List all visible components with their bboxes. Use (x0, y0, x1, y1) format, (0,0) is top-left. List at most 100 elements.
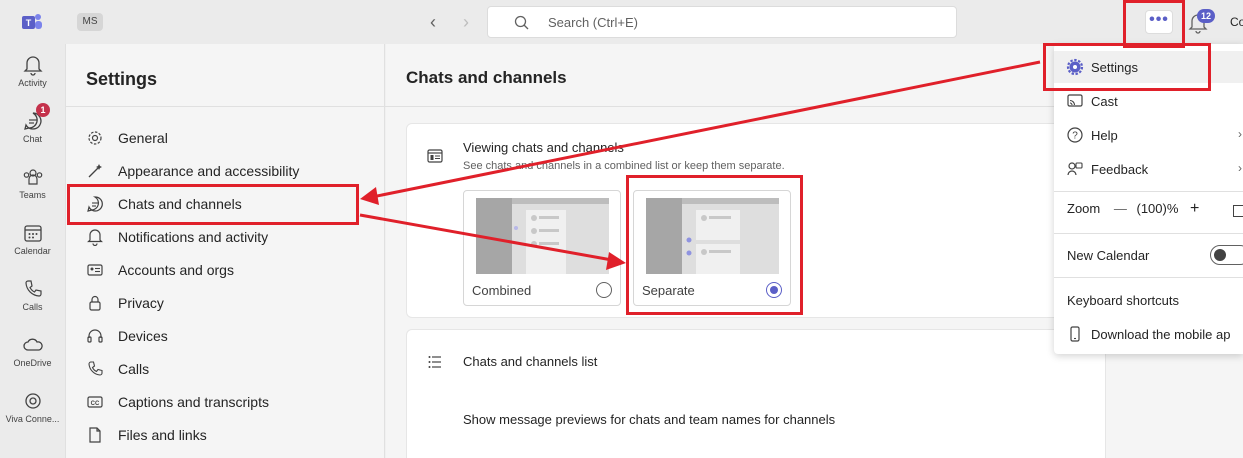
option-combined[interactable]: Combined (463, 190, 621, 306)
more-options-menu: Settings Cast ? Help Feedback Zoom — (10… (1054, 44, 1243, 354)
profile-name[interactable]: Co (1230, 15, 1243, 29)
feedback-chevron-icon: › (1238, 161, 1242, 175)
bell-icon (87, 229, 103, 246)
rail-item-activity[interactable]: Activity (0, 46, 65, 98)
message-preview-setting[interactable]: Show message previews for chats and team… (463, 412, 835, 427)
divider (1054, 191, 1243, 192)
user-avatar[interactable]: MS (77, 13, 103, 31)
divider (1054, 233, 1243, 234)
teams-logo-icon: T (22, 14, 42, 29)
file-icon (89, 427, 101, 443)
rail-label: Teams (19, 190, 46, 200)
zoom-label: Zoom (1067, 201, 1101, 216)
zoom-out-button[interactable]: — (1114, 201, 1127, 216)
combined-radio[interactable] (596, 282, 612, 298)
new-calendar-toggle[interactable] (1210, 245, 1243, 265)
rail-item-calls[interactable]: Calls (0, 270, 65, 322)
chats-list-card: Chats and channels list Show message pre… (406, 329, 1106, 458)
zoom-value: (100)% (1136, 201, 1179, 216)
settings-item-general[interactable]: General (86, 123, 366, 153)
settings-item-label: Appearance and accessibility (118, 163, 300, 179)
divider (66, 106, 386, 107)
rail-label: Calendar (14, 246, 51, 256)
rail-label: Chat (22, 134, 42, 144)
settings-sidebar: Settings General Appearance and accessib… (65, 44, 386, 458)
card-heading: Chats and channels list (463, 354, 598, 369)
card-heading: Viewing chats and channels (463, 140, 624, 155)
combined-preview-image (476, 198, 609, 274)
title-bar: T MS ‹ › Search (Ctrl+E) ••• 12 Co (0, 0, 1243, 44)
zoom-fit-icon[interactable] (1233, 205, 1243, 217)
list-icon (428, 356, 441, 368)
menu-item-label: Settings (1091, 59, 1138, 75)
wand-icon (88, 164, 102, 178)
settings-item-label: Files and links (118, 427, 207, 443)
menu-item-label: New Calendar (1067, 247, 1150, 263)
phone-icon (24, 280, 42, 297)
menu-item-label: Feedback (1091, 161, 1149, 177)
settings-item-label: Captions and transcripts (118, 394, 269, 410)
gear-icon (1066, 58, 1084, 76)
svg-text:T: T (26, 18, 32, 28)
bell-icon (22, 56, 43, 76)
viva-icon (24, 393, 41, 409)
settings-item-captions[interactable]: CC Captions and transcripts (86, 387, 366, 417)
settings-item-label: Privacy (118, 295, 164, 311)
settings-item-chats-and-channels[interactable]: Chats and channels (86, 189, 366, 219)
rail-item-teams[interactable]: Teams (0, 158, 65, 210)
rail-item-viva[interactable]: Viva Conne... (0, 382, 65, 434)
rail-label: Calls (22, 302, 43, 312)
rail-item-chat[interactable]: 1 Chat (0, 102, 65, 154)
settings-item-label: Calls (118, 361, 150, 377)
divider (1054, 277, 1243, 278)
feedback-icon (1067, 162, 1083, 176)
settings-item-privacy[interactable]: Privacy (86, 288, 366, 318)
forward-arrow-icon[interactable]: › (456, 12, 476, 32)
menu-item-help[interactable]: ? Help (1054, 119, 1243, 151)
separate-preview-image (646, 198, 779, 274)
menu-item-label: Download the mobile ap (1091, 326, 1231, 342)
menu-item-feedback[interactable]: Feedback (1054, 153, 1243, 185)
mobile-phone-icon (1070, 326, 1080, 342)
more-options-button[interactable]: ••• (1145, 10, 1173, 34)
cast-icon (1067, 94, 1083, 107)
option-separate[interactable]: Separate (633, 190, 791, 306)
chat-badge: 1 (36, 103, 50, 117)
menu-item-download-mobile[interactable]: Download the mobile ap (1054, 318, 1243, 350)
phone-icon (88, 361, 103, 376)
viewing-chats-card: Viewing chats and channels See chats and… (406, 123, 1106, 318)
settings-item-appearance[interactable]: Appearance and accessibility (86, 156, 366, 186)
layout-icon (427, 149, 443, 163)
lock-icon (89, 295, 101, 311)
app-rail: Activity 1 Chat Teams Calendar Calls One… (0, 44, 65, 458)
settings-item-calls[interactable]: Calls (86, 354, 366, 384)
cloud-icon (22, 338, 43, 351)
rail-item-calendar[interactable]: Calendar (0, 214, 65, 266)
settings-item-label: Chats and channels (118, 196, 242, 212)
settings-item-files[interactable]: Files and links (86, 420, 366, 450)
separate-radio[interactable] (766, 282, 782, 298)
back-arrow-icon[interactable]: ‹ (423, 12, 443, 32)
settings-item-label: Devices (118, 328, 168, 344)
menu-item-keyboard-shortcuts[interactable]: Keyboard shortcuts (1054, 284, 1243, 316)
search-input[interactable]: Search (Ctrl+E) (487, 6, 957, 38)
settings-item-devices[interactable]: Devices (86, 321, 366, 351)
settings-item-notifications[interactable]: Notifications and activity (86, 222, 366, 252)
rail-label: Activity (18, 78, 47, 88)
rail-item-onedrive[interactable]: OneDrive (0, 326, 65, 378)
menu-item-cast[interactable]: Cast (1054, 85, 1243, 117)
settings-item-label: Accounts and orgs (118, 262, 234, 278)
page-title: Chats and channels (406, 68, 567, 87)
settings-item-label: General (118, 130, 168, 146)
settings-item-label: Notifications and activity (118, 229, 269, 245)
menu-item-settings[interactable]: Settings (1054, 51, 1243, 83)
settings-item-accounts[interactable]: Accounts and orgs (86, 255, 366, 285)
svg-text:?: ? (1072, 131, 1078, 142)
menu-item-label: Help (1091, 127, 1118, 143)
menu-item-label: Keyboard shortcuts (1067, 292, 1180, 308)
zoom-in-button[interactable]: + (1190, 200, 1199, 217)
notification-count-badge: 12 (1197, 9, 1215, 23)
rail-label: Viva Conne... (5, 414, 60, 424)
menu-item-label: Cast (1091, 93, 1118, 109)
calendar-icon (23, 225, 42, 242)
